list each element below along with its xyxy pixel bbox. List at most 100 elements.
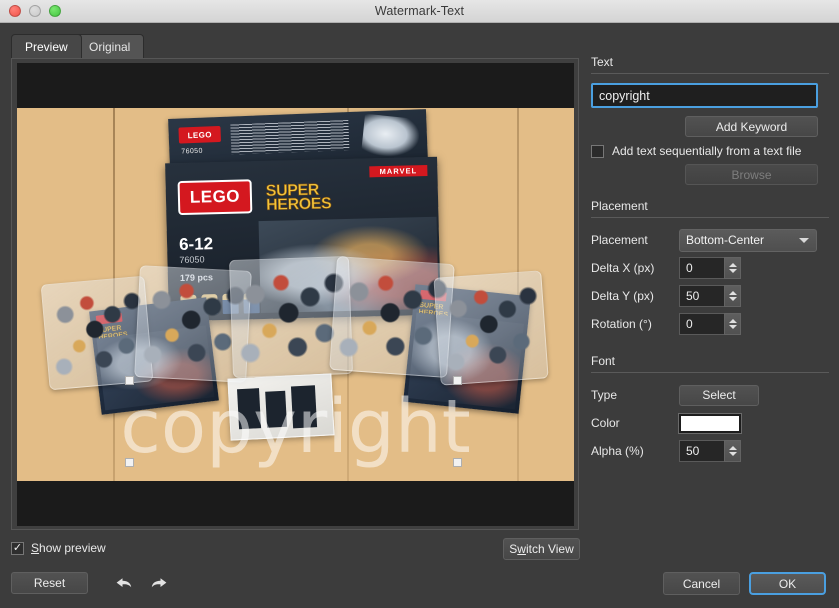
tab-original[interactable]: Original	[75, 34, 145, 58]
preview-photo: LEGO 76050 LEGO MARVEL SUPER HEROES 6-12…	[17, 108, 574, 481]
delta-x-row: Delta X (px) 0	[591, 255, 829, 281]
ok-button[interactable]: OK	[749, 572, 826, 595]
browse-row: Browse	[591, 164, 818, 185]
sticker-cell	[237, 388, 262, 430]
add-keyword-button[interactable]: Add Keyword	[685, 116, 818, 137]
show-preview-label: Show preview	[31, 541, 106, 555]
caret-down-icon[interactable]	[728, 297, 737, 301]
box-blurb-text	[230, 120, 350, 155]
delta-x-input[interactable]: 0	[679, 257, 724, 279]
placement-select[interactable]: Bottom-Center	[679, 228, 817, 252]
rotation-value: 0	[686, 317, 693, 331]
select-font-label: Select	[702, 388, 736, 402]
font-color-swatch[interactable]	[678, 412, 742, 434]
alpha-input[interactable]: 50	[679, 440, 724, 462]
sequential-text-checkbox[interactable]	[591, 144, 604, 158]
sequential-text-row[interactable]: Add text sequentially from a text file	[591, 144, 829, 158]
reset-button[interactable]: Reset	[11, 572, 88, 594]
switch-view-label-rest: itch View	[525, 542, 574, 556]
select-font-button[interactable]: Select	[679, 384, 759, 406]
reset-label: Reset	[33, 576, 66, 590]
caret-up-icon[interactable]	[728, 446, 737, 450]
lego-logo-small: LEGO	[178, 125, 222, 144]
tab-original-label: Original	[89, 39, 131, 54]
switch-view-button[interactable]: Sw itch View	[503, 538, 580, 560]
caret-down-icon[interactable]	[728, 452, 737, 456]
font-section-heading: Font	[591, 354, 616, 368]
parts-bag	[433, 270, 549, 386]
font-type-label: Type	[591, 388, 618, 402]
window-title: Watermark-Text	[374, 4, 465, 18]
delta-y-label: Delta Y (px)	[591, 289, 654, 303]
cancel-button[interactable]: Cancel	[663, 572, 740, 595]
watermark-text-window: Watermark-Text Preview Original LEGO 760…	[0, 0, 839, 608]
marvel-logo: MARVEL	[369, 164, 428, 178]
watermark-text-input[interactable]: copyright	[591, 83, 818, 108]
ok-label: OK	[778, 576, 797, 591]
delta-y-input[interactable]: 50	[679, 285, 724, 307]
placement-select-value: Bottom-Center	[686, 233, 765, 247]
delta-x-label: Delta X (px)	[591, 261, 655, 275]
lego-parts	[438, 275, 544, 381]
delta-y-value: 50	[686, 289, 700, 303]
placement-section-divider	[591, 217, 829, 218]
show-preview-checkbox[interactable]: ✓	[11, 541, 24, 555]
rotation-input[interactable]: 0	[679, 313, 724, 335]
lego-logo-main: LEGO	[177, 179, 253, 216]
settings-panel: Text copyright Add Keyword Add text sequ…	[591, 55, 829, 475]
caret-up-icon[interactable]	[728, 291, 737, 295]
sequential-text-label: Add text sequentially from a text file	[612, 144, 802, 158]
box-minifig-art	[361, 113, 421, 160]
cancel-label: Cancel	[682, 576, 721, 591]
placement-row: Placement Bottom-Center	[591, 227, 829, 253]
traffic-lights	[9, 5, 61, 17]
browse-button[interactable]: Browse	[685, 164, 818, 185]
preview-panel: LEGO 76050 LEGO MARVEL SUPER HEROES 6-12…	[11, 58, 579, 530]
caret-down-icon[interactable]	[728, 269, 737, 273]
set-number: 76050	[179, 254, 205, 266]
delta-x-value: 0	[686, 261, 693, 275]
text-section-divider	[591, 73, 829, 74]
watermark-handle-bottom-left[interactable]	[125, 458, 134, 467]
tab-preview[interactable]: Preview	[11, 34, 82, 58]
close-button[interactable]	[9, 5, 21, 17]
alpha-value: 50	[686, 444, 700, 458]
caret-up-icon[interactable]	[728, 319, 737, 323]
delta-y-stepper[interactable]: 50	[679, 285, 741, 307]
text-section-heading: Text	[591, 55, 614, 69]
rotation-row: Rotation (°) 0	[591, 311, 829, 337]
caret-up-icon[interactable]	[728, 263, 737, 267]
watermark-handle-top-right[interactable]	[453, 376, 462, 385]
minimize-button[interactable]	[29, 5, 41, 17]
font-type-row: Type Select	[591, 382, 829, 408]
placement-label: Placement	[591, 233, 648, 247]
redo-arrow-icon[interactable]	[148, 573, 170, 593]
add-keyword-label: Add Keyword	[715, 119, 788, 134]
add-keyword-row: Add Keyword	[591, 116, 818, 137]
title-bar: Watermark-Text	[0, 0, 839, 23]
alpha-stepper[interactable]: 50	[679, 440, 741, 462]
rotation-stepper[interactable]: 0	[679, 313, 741, 335]
undo-arrow-icon[interactable]	[112, 573, 134, 593]
alpha-row: Alpha (%) 50	[591, 438, 829, 464]
font-section-divider	[591, 372, 829, 373]
watermark-handle-bottom-right[interactable]	[453, 458, 462, 467]
lego-sku-small: 76050	[181, 147, 203, 156]
font-color-label: Color	[591, 416, 620, 430]
zoom-button[interactable]	[49, 5, 61, 17]
preview-stage[interactable]: LEGO 76050 LEGO MARVEL SUPER HEROES 6-12…	[17, 63, 574, 526]
alpha-spinner-buttons[interactable]	[724, 440, 741, 462]
title-line-2: HEROES	[265, 195, 332, 214]
delta-y-spinner-buttons[interactable]	[724, 285, 741, 307]
age-range: 6-12	[178, 234, 214, 255]
switch-view-mnemonic: w	[517, 542, 526, 556]
browse-label: Browse	[731, 167, 772, 182]
tab-bar: Preview Original	[0, 23, 839, 59]
watermark-handle-top-left[interactable]	[125, 376, 134, 385]
delta-y-row: Delta Y (px) 50	[591, 283, 829, 309]
delta-x-spinner-buttons[interactable]	[724, 257, 741, 279]
rotation-spinner-buttons[interactable]	[724, 313, 741, 335]
show-preview-row[interactable]: ✓ Show preview	[11, 541, 106, 555]
delta-x-stepper[interactable]: 0	[679, 257, 741, 279]
caret-down-icon[interactable]	[728, 325, 737, 329]
